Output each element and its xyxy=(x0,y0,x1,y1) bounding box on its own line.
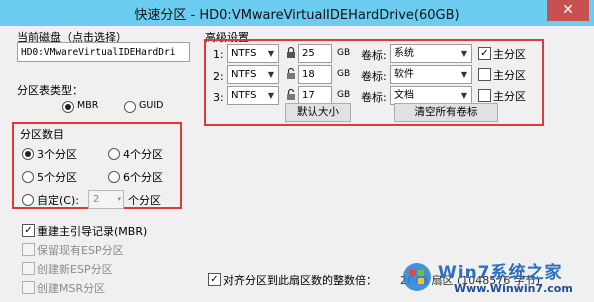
radio-4-partitions-label: 4个分区 xyxy=(123,148,163,161)
radio-3-partitions-label: 3个分区 xyxy=(37,148,77,161)
chevron-down-icon: ▼ xyxy=(460,91,468,100)
row-1-primary-label: 主分区 xyxy=(493,48,526,61)
unlock-icon[interactable] xyxy=(286,67,296,80)
radio-6-partitions[interactable] xyxy=(108,171,120,183)
radio-custom[interactable] xyxy=(22,194,34,206)
watermark-brand: Win7系统之家 xyxy=(438,263,563,283)
radio-guid[interactable] xyxy=(124,101,136,113)
row-3-unit: GB xyxy=(337,90,351,100)
row-3-vol-value: 文档 xyxy=(394,90,414,101)
custom-count-value: 2 xyxy=(93,194,100,205)
row-1-unit: GB xyxy=(337,48,351,58)
row-2-fs-select[interactable]: NTFS ▼ xyxy=(227,65,279,84)
row-1-vol-label: 卷标: xyxy=(361,49,387,62)
rebuild-mbr-checkbox[interactable]: ✓ xyxy=(22,224,35,237)
radio-mbr-label: MBR xyxy=(77,100,99,111)
create-esp-label: 创建新ESP分区 xyxy=(37,263,113,276)
row-3-fs-select[interactable]: NTFS ▼ xyxy=(227,86,279,105)
radio-3-partitions[interactable] xyxy=(22,148,34,160)
align-checkbox[interactable]: ✓ xyxy=(208,273,221,286)
row-3-number: 3: xyxy=(213,91,224,104)
row-1-size-input[interactable]: 25 xyxy=(298,44,332,63)
row-2-number: 2: xyxy=(213,70,224,83)
create-msr-label: 创建MSR分区 xyxy=(37,282,106,295)
clear-labels-button[interactable]: 清空所有卷标 xyxy=(394,103,498,122)
row-3-fs-value: NTFS xyxy=(231,90,257,101)
watermark: Win7系统之家 Www.Winwin7.com xyxy=(398,250,594,302)
disk-selector[interactable]: HD0:VMwareVirtualIDEHardDri xyxy=(17,42,190,62)
row-1-fs-value: NTFS xyxy=(231,48,257,59)
radio-mbr[interactable] xyxy=(62,101,74,113)
keep-esp-checkbox[interactable] xyxy=(22,243,35,256)
row-2-fs-value: NTFS xyxy=(231,69,257,80)
row-2-unit: GB xyxy=(337,69,351,79)
row-3-primary-checkbox[interactable] xyxy=(478,89,491,102)
windows-logo-icon xyxy=(403,263,431,291)
custom-count-suffix: 个分区 xyxy=(128,194,161,207)
row-1-vol-value: 系统 xyxy=(394,48,414,59)
row-1-fs-select[interactable]: NTFS ▼ xyxy=(227,44,279,63)
row-2-vol-select[interactable]: 软件 ▼ xyxy=(390,65,472,84)
unlock-icon[interactable] xyxy=(286,88,296,101)
radio-6-partitions-label: 6个分区 xyxy=(123,171,163,184)
custom-count-spinner[interactable]: 2 ▾ xyxy=(88,190,124,209)
row-1-vol-select[interactable]: 系统 ▼ xyxy=(390,44,472,63)
lock-icon[interactable] xyxy=(286,46,296,59)
row-3-vol-label: 卷标: xyxy=(361,91,387,104)
watermark-url: Www.Winwin7.com xyxy=(454,282,573,295)
align-label: 对齐分区到此扇区数的整数倍： xyxy=(223,274,377,287)
radio-4-partitions[interactable] xyxy=(108,148,120,160)
create-msr-checkbox[interactable] xyxy=(22,281,35,294)
row-2-size-input[interactable]: 18 xyxy=(298,65,332,84)
row-1-primary-checkbox[interactable]: ✓ xyxy=(478,47,491,60)
close-button[interactable]: ✕ xyxy=(547,0,589,21)
row-2-primary-label: 主分区 xyxy=(493,69,526,82)
chevron-down-icon: ▼ xyxy=(267,91,275,100)
row-3-primary-label: 主分区 xyxy=(493,90,526,103)
table-type-label: 分区表类型： xyxy=(17,84,83,97)
chevron-down-icon: ▼ xyxy=(267,70,275,79)
keep-esp-label: 保留现有ESP分区 xyxy=(37,244,124,257)
create-esp-checkbox[interactable] xyxy=(22,262,35,275)
chevron-down-icon: ▼ xyxy=(460,70,468,79)
radio-5-partitions[interactable] xyxy=(22,171,34,183)
row-2-vol-label: 卷标: xyxy=(361,70,387,83)
row-2-primary-checkbox[interactable] xyxy=(478,68,491,81)
row-1-number: 1: xyxy=(213,48,224,61)
chevron-down-icon: ▼ xyxy=(267,49,275,58)
rebuild-mbr-label: 重建主引导记录(MBR) xyxy=(37,225,148,238)
row-2-vol-value: 软件 xyxy=(394,69,414,80)
radio-guid-label: GUID xyxy=(139,100,164,111)
chevron-down-icon: ▼ xyxy=(460,49,468,58)
window-title: 快速分区 - HD0:VMwareVirtualIDEHardDrive(60G… xyxy=(134,8,460,23)
radio-custom-label: 自定(C): xyxy=(37,194,79,207)
close-icon: ✕ xyxy=(562,2,574,18)
spinner-arrow-icon: ▾ xyxy=(117,195,121,203)
partition-count-label: 分区数目 xyxy=(20,128,64,141)
radio-5-partitions-label: 5个分区 xyxy=(37,171,77,184)
default-size-button[interactable]: 默认大小 xyxy=(285,103,351,122)
title-bar: 快速分区 - HD0:VMwareVirtualIDEHardDrive(60G… xyxy=(0,0,594,26)
